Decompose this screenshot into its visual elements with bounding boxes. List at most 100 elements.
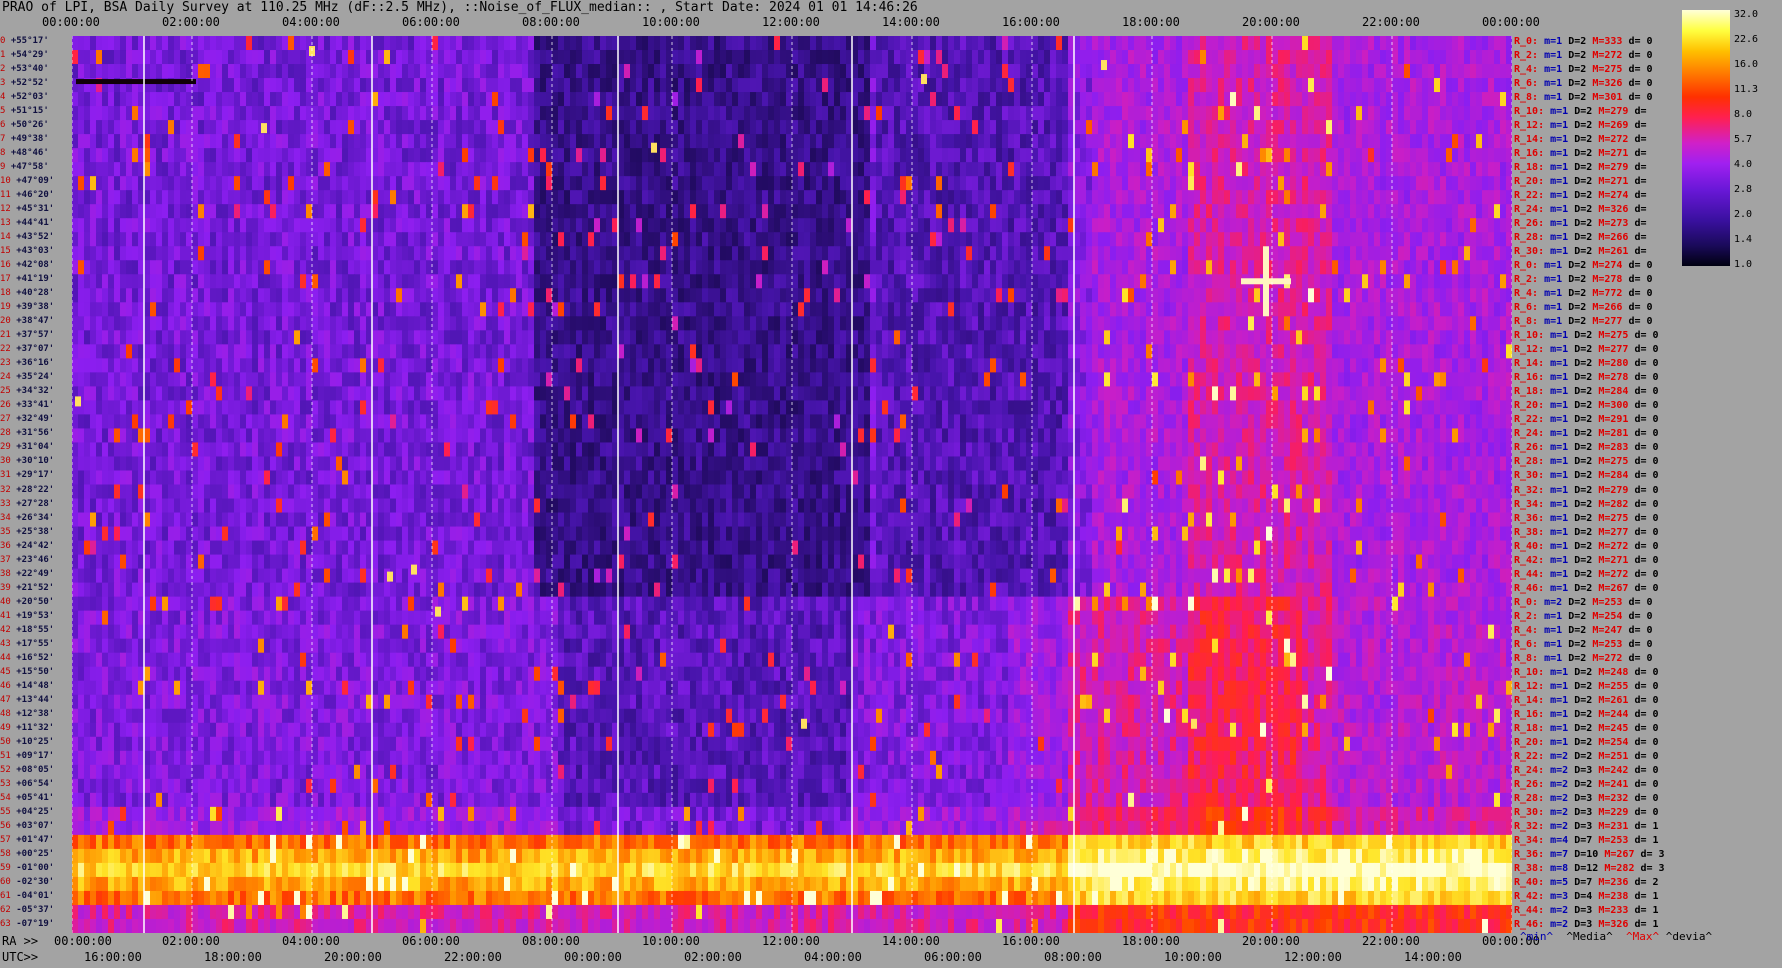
heatmap-cell	[1284, 106, 1291, 121]
heatmap-cell	[750, 148, 757, 163]
heatmap-cell	[1134, 148, 1141, 163]
heatmap-cell	[462, 134, 469, 149]
heatmap-cell	[1044, 176, 1051, 191]
heatmap-cell	[1080, 232, 1087, 247]
heatmap-cell	[864, 274, 871, 289]
heatmap-cell	[90, 148, 97, 163]
heatmap-cell	[378, 274, 385, 289]
heatmap-cell	[1380, 204, 1387, 219]
heatmap-cell	[1158, 134, 1165, 149]
heatmap-cell	[498, 148, 505, 163]
dec-row-number: 62	[0, 904, 11, 915]
heatmap-cell	[1170, 162, 1177, 177]
heatmap-cell	[180, 134, 187, 149]
heatmap-cell	[660, 134, 667, 149]
heatmap-cell	[564, 106, 571, 121]
heatmap-cell	[1002, 288, 1009, 303]
heatmap-cell	[756, 232, 763, 247]
dec-value: +33°41'	[16, 400, 55, 411]
heatmap-cell	[1392, 120, 1399, 135]
heatmap-cell	[1338, 260, 1345, 275]
heatmap-cell	[1398, 78, 1405, 93]
heatmap-cell	[642, 232, 649, 247]
heatmap-cell	[1374, 78, 1381, 93]
heatmap-cell	[1122, 148, 1129, 163]
heatmap-cell	[324, 106, 331, 121]
heatmap-cell	[828, 162, 835, 177]
heatmap-cell	[738, 288, 745, 303]
heatmap-cell	[444, 232, 451, 247]
dec-row-number: 50	[0, 736, 11, 747]
heatmap-cell	[162, 204, 169, 219]
heatmap-cell	[1446, 246, 1453, 261]
heatmap-cell	[1236, 288, 1243, 303]
heatmap-cell	[1176, 92, 1183, 107]
heatmap-cell	[144, 260, 151, 275]
heatmap-cell	[132, 204, 139, 219]
heatmap-cell	[732, 148, 739, 163]
heatmap-cell	[1188, 36, 1195, 51]
dec-value: +21°52'	[16, 582, 55, 593]
heatmap-cell	[222, 78, 229, 93]
heatmap-cell	[714, 218, 721, 233]
heatmap-cell	[1098, 78, 1105, 93]
heatmap-cell	[1110, 162, 1117, 177]
heatmap-cell	[504, 246, 511, 261]
heatmap-cell	[1116, 78, 1123, 93]
heatmap-cell	[156, 232, 163, 247]
heatmap-cell	[1470, 232, 1477, 247]
heatmap-cell	[462, 78, 469, 93]
heatmap-cell	[1470, 162, 1477, 177]
heatmap-cell	[882, 64, 889, 79]
heatmap-cell	[582, 246, 589, 261]
heatmap-cell	[798, 106, 805, 121]
heatmap-cell	[1356, 176, 1363, 191]
heatmap-cell	[1452, 120, 1459, 135]
heatmap-cell	[1326, 134, 1333, 149]
heatmap-cell	[534, 50, 541, 65]
heatmap-cell	[600, 274, 607, 289]
heatmap-cell	[156, 246, 163, 261]
heatmap-cell	[1326, 302, 1333, 317]
heatmap-cell	[888, 162, 895, 177]
heatmap-cell	[1200, 92, 1207, 107]
heatmap-cell	[1032, 204, 1039, 219]
heatmap-cell	[228, 120, 235, 135]
heatmap-cell	[1044, 218, 1051, 233]
heatmap-cell	[450, 148, 457, 163]
heatmap-cell	[1338, 190, 1345, 205]
heatmap-cell	[600, 232, 607, 247]
heatmap-cell	[810, 232, 817, 247]
heatmap-cell	[1206, 218, 1213, 233]
heatmap-cell	[402, 302, 409, 317]
heatmap-cell	[1284, 204, 1291, 219]
heatmap-cell	[264, 64, 271, 79]
heatmap-cell	[582, 260, 589, 275]
heatmap-cell	[1170, 218, 1177, 233]
heatmap-cell	[1104, 162, 1111, 177]
heatmap-cell	[1494, 36, 1501, 51]
heatmap-cell	[150, 204, 157, 219]
heatmap-cell	[780, 64, 787, 79]
heatmap-cell	[792, 288, 799, 303]
heatmap-cell	[900, 232, 907, 247]
heatmap-cell	[198, 246, 205, 261]
heatmap-cell	[1098, 134, 1105, 149]
heatmap-cell	[1452, 260, 1459, 275]
dec-label: 21 +37°57'	[0, 330, 54, 340]
heatmap-cell	[1302, 92, 1309, 107]
heatmap-cell	[678, 190, 685, 205]
heatmap-cell	[630, 106, 637, 121]
heatmap-cell	[1278, 260, 1285, 275]
heatmap-cell	[1014, 190, 1021, 205]
dec-row-number: 42	[0, 624, 11, 635]
heatmap-cell	[1506, 246, 1512, 261]
heatmap-cell	[240, 288, 247, 303]
heatmap-cell	[456, 218, 463, 233]
heatmap-cell	[420, 190, 427, 205]
heatmap-cell	[1218, 232, 1225, 247]
heatmap-cell	[510, 232, 517, 247]
heatmap-cell	[1416, 106, 1423, 121]
heatmap-cell	[378, 204, 385, 219]
heatmap-cell	[630, 148, 637, 163]
